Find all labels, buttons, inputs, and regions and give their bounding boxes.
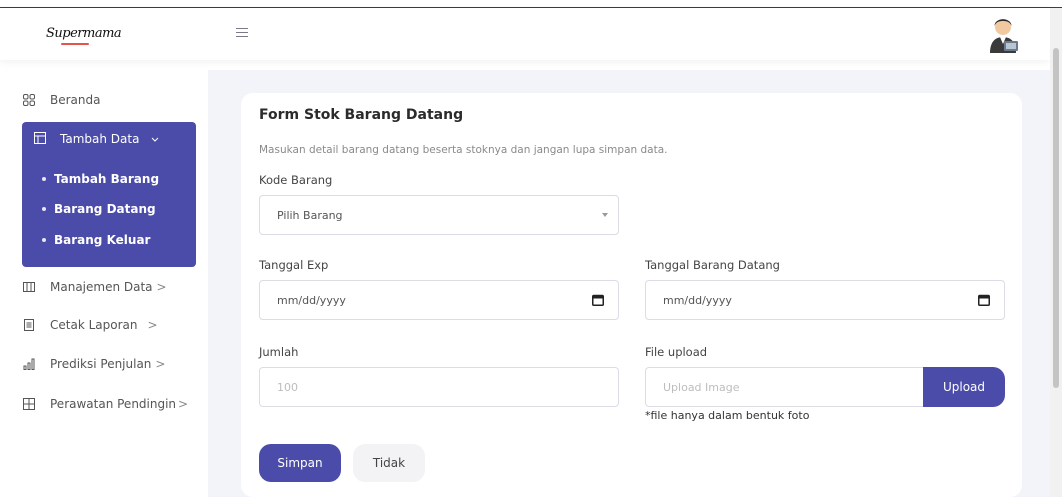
tanggal-datang-label: Tanggal Barang Datang — [645, 258, 780, 272]
jumlah-input[interactable]: 100 — [259, 367, 619, 407]
chevron-down-icon — [151, 134, 159, 145]
tanggal-datang-input[interactable]: mm/dd/yyyy — [645, 280, 1005, 320]
kode-barang-label: Kode Barang — [259, 173, 333, 187]
columns-icon — [22, 280, 36, 294]
hamburger-icon[interactable] — [236, 28, 248, 38]
tanggal-exp-label: Tanggal Exp — [259, 258, 329, 272]
caret-down-icon — [602, 213, 608, 217]
document-icon — [22, 318, 36, 332]
table-icon — [34, 132, 48, 146]
sidebar-item-manajemen-data[interactable]: Manajemen Data > — [22, 280, 167, 294]
sidebar-label-manajemen-data: Manajemen Data — [50, 280, 153, 294]
sidebar-item-beranda[interactable]: Beranda — [22, 93, 100, 107]
chevron-right-icon: > — [147, 318, 158, 332]
jumlah-label: Jumlah — [259, 345, 299, 359]
sidebar-subitem-barang-keluar[interactable]: Barang Keluar — [42, 233, 150, 247]
file-upload-input[interactable]: Upload Image — [645, 367, 927, 407]
user-avatar-icon[interactable] — [986, 13, 1020, 53]
sidebar-label-beranda: Beranda — [50, 93, 101, 107]
chevron-right-icon: > — [156, 280, 167, 294]
tanggal-exp-value: mm/dd/yyyy — [277, 293, 346, 307]
bar-chart-icon — [22, 357, 36, 371]
sidebar-subitem-tambah-barang[interactable]: Tambah Barang — [42, 172, 159, 186]
calendar-icon[interactable] — [978, 294, 990, 306]
file-hint: *file hanya dalam bentuk foto — [645, 409, 810, 422]
tanggal-datang-value: mm/dd/yyyy — [663, 293, 732, 307]
sidebar-item-cetak-laporan[interactable]: Cetak Laporan > — [22, 318, 158, 332]
top-header — [0, 8, 1050, 60]
tanggal-exp-input[interactable]: mm/dd/yyyy — [259, 280, 619, 320]
file-upload-group: Upload Image Upload — [645, 367, 1005, 407]
grid-icon — [22, 93, 36, 107]
sidebar-item-tambah-data[interactable]: Tambah Data — [34, 132, 159, 146]
grid-plus-icon — [22, 397, 36, 411]
brand-logo[interactable]: Supermama — [46, 26, 122, 41]
chevron-right-icon: > — [178, 397, 189, 411]
sidebar-item-perawatan-pendingin[interactable]: Perawatan Pendingin > — [22, 397, 188, 411]
cancel-button[interactable]: Tidak — [353, 444, 425, 482]
file-upload-placeholder: Upload Image — [663, 380, 740, 394]
form-card: Form Stok Barang Datang Masukan detail b… — [241, 93, 1022, 497]
sidebar-item-prediksi-penjualan[interactable]: Prediksi Penjulan > — [22, 357, 165, 371]
scrollbar-thumb[interactable] — [1053, 48, 1059, 388]
form-title: Form Stok Barang Datang — [259, 107, 464, 123]
sidebar-label-prediksi-penjualan: Prediksi Penjulan — [50, 357, 152, 371]
page-scrollbar[interactable] — [1050, 8, 1062, 497]
kode-barang-select[interactable]: Pilih Barang — [259, 195, 619, 235]
save-button[interactable]: Simpan — [259, 444, 341, 482]
upload-button[interactable]: Upload — [923, 367, 1005, 407]
form-description: Masukan detail barang datang beserta sto… — [259, 144, 668, 156]
kode-barang-selected: Pilih Barang — [277, 208, 343, 222]
chevron-right-icon: > — [155, 357, 166, 371]
file-upload-label: File upload — [645, 345, 708, 359]
sidebar-subitem-barang-datang[interactable]: Barang Datang — [42, 202, 156, 216]
calendar-icon[interactable] — [592, 294, 604, 306]
sidebar-label-tambah-data: Tambah Data — [60, 132, 140, 146]
sidebar-label-perawatan-pendingin: Perawatan Pendingin — [50, 397, 177, 411]
sidebar-group-tambah-data: Tambah Data Tambah Barang Barang Datang … — [22, 122, 196, 267]
jumlah-placeholder: 100 — [277, 380, 298, 394]
logo-underline — [61, 43, 89, 45]
sidebar-label-cetak-laporan: Cetak Laporan — [50, 318, 138, 332]
